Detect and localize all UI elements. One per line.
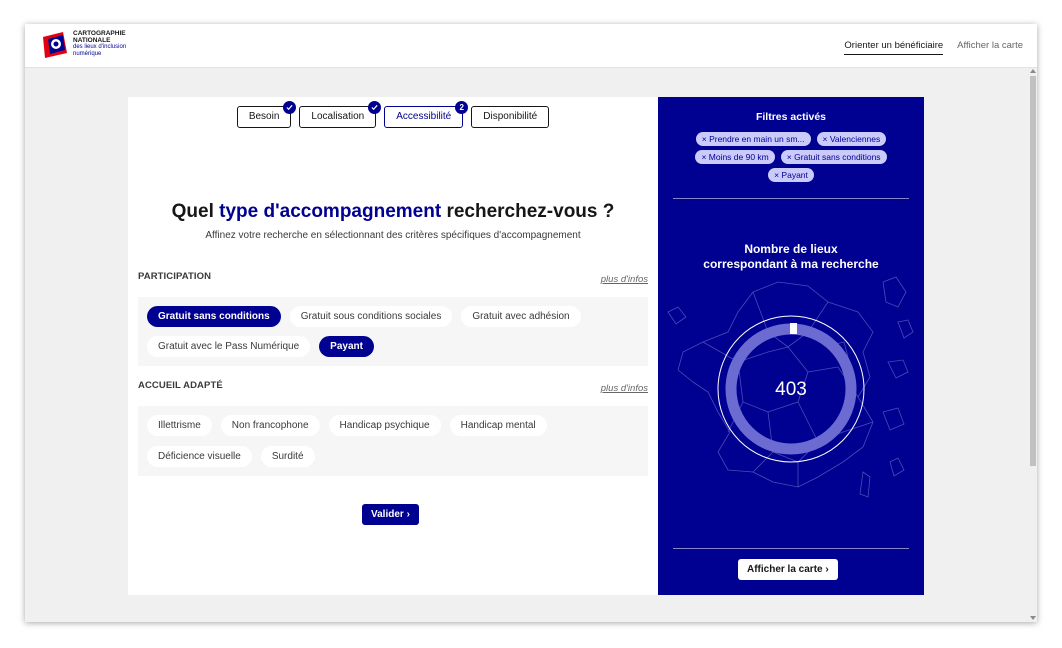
step-label: Localisation	[311, 111, 365, 122]
step-count-badge: 2	[455, 101, 469, 114]
logo-text: CARTOGRAPHIE NATIONALE des lieux d'inclu…	[73, 30, 126, 58]
chip-gratuit-sous-conditions-sociales[interactable]: Gratuit sous conditions sociales	[289, 306, 453, 327]
plus-infos-link-participation[interactable]: plus d'infos	[601, 274, 648, 285]
chip-gratuit-sans-conditions[interactable]: Gratuit sans conditions	[147, 306, 281, 327]
count-title: Nombre de lieux correspondant à ma reche…	[658, 242, 924, 272]
step-accessibilite[interactable]: Accessibilité 2	[384, 101, 469, 128]
header-nav: Orienter un bénéficiaire Afficher la car…	[844, 40, 1023, 55]
title-part-1: Quel	[171, 201, 220, 222]
step-disponibilite[interactable]: Disponibilité	[471, 106, 550, 128]
section-label-accueil-adapte: ACCUEIL ADAPTÉ	[138, 380, 223, 391]
plus-infos-link-accueil[interactable]: plus d'infos	[601, 383, 648, 394]
count-title-line-1: Nombre de lieux	[744, 242, 838, 256]
section-label-participation: PARTICIPATION	[138, 271, 212, 282]
validate-label: Valider	[371, 509, 404, 520]
chevron-right-icon: ›	[406, 509, 410, 520]
site-header: CARTOGRAPHIE NATIONALE des lieux d'inclu…	[25, 24, 1037, 68]
chip-non-francophone[interactable]: Non francophone	[220, 415, 320, 436]
filter-tag[interactable]: × Payant	[768, 168, 814, 182]
chevron-right-icon: ›	[825, 564, 829, 575]
filter-tag[interactable]: × Moins de 90 km	[695, 150, 775, 164]
page-title: Quel type d'accompagnement recherchez-vo…	[128, 201, 658, 223]
active-filters-title: Filtres activés	[755, 111, 827, 123]
step-localisation[interactable]: Localisation	[299, 101, 382, 128]
browser-window: CARTOGRAPHIE NATIONALE des lieux d'inclu…	[25, 24, 1037, 622]
page-scrollbar[interactable]	[1029, 68, 1037, 622]
logo-line-4: numérique	[73, 51, 102, 57]
logo-line-1: CARTOGRAPHIE	[73, 30, 126, 37]
check-icon	[368, 101, 382, 114]
chip-gratuit-pass-numerique[interactable]: Gratuit avec le Pass Numérique	[147, 336, 311, 357]
nav-orienter-beneficiaire[interactable]: Orienter un bénéficiaire	[844, 40, 944, 55]
show-map-label: Afficher la carte	[747, 564, 823, 575]
active-filter-tags: × Prendre en main un sm... × Valencienne…	[678, 132, 904, 186]
chip-gratuit-avec-adhesion[interactable]: Gratuit avec adhésion	[461, 306, 581, 327]
nav-afficher-carte[interactable]: Afficher la carte	[957, 40, 1023, 55]
filter-card: Besoin Localisation Accessibilité 2 Disp…	[128, 97, 658, 595]
chip-surdite[interactable]: Surdité	[260, 445, 315, 467]
scrollbar-thumb[interactable]	[1030, 76, 1036, 466]
chip-handicap-psychique[interactable]: Handicap psychique	[328, 415, 441, 436]
step-label: Accessibilité	[396, 111, 452, 122]
chip-illettrisme[interactable]: Illettrisme	[147, 415, 212, 436]
validate-button[interactable]: Valider ›	[362, 504, 419, 525]
title-highlight: type d'accompagnement	[219, 201, 442, 222]
show-map-button[interactable]: Afficher la carte ›	[738, 559, 838, 580]
step-label: Besoin	[248, 111, 280, 122]
page-subtitle: Affinez votre recherche en sélectionnant…	[205, 230, 581, 241]
filter-tag[interactable]: × Valenciennes	[816, 132, 887, 146]
filter-tag[interactable]: × Gratuit sans conditions	[780, 150, 887, 164]
divider	[673, 548, 909, 549]
results-panel: Filtres activés × Prendre en main un sm.…	[658, 97, 924, 595]
chip-payant[interactable]: Payant	[319, 336, 374, 357]
logo-line-3: des lieux d'inclusion	[73, 44, 127, 50]
scroll-down-icon[interactable]	[1030, 616, 1036, 620]
title-part-2: recherchez-vous ?	[441, 201, 615, 222]
chips-accueil-adapte: Illettrisme Non francophone Handicap psy…	[138, 406, 648, 476]
step-label: Disponibilité	[483, 111, 538, 122]
chips-participation: Gratuit sans conditions Gratuit sous con…	[138, 297, 648, 366]
logo-line-2: NATIONALE	[73, 37, 111, 44]
count-title-line-2: correspondant à ma recherche	[703, 257, 879, 271]
step-besoin[interactable]: Besoin	[236, 101, 297, 128]
chip-handicap-mental[interactable]: Handicap mental	[449, 415, 547, 436]
check-icon	[283, 101, 297, 114]
filter-tag[interactable]: × Prendre en main un sm...	[695, 132, 811, 146]
logo-icon	[43, 32, 67, 58]
divider	[673, 198, 909, 199]
chip-deficience-visuelle[interactable]: Déficience visuelle	[147, 445, 252, 467]
site-logo[interactable]: CARTOGRAPHIE NATIONALE des lieux d'inclu…	[39, 29, 126, 61]
stepper: Besoin Localisation Accessibilité 2 Disp…	[128, 101, 658, 128]
results-count: 403	[775, 379, 807, 400]
scroll-up-icon[interactable]	[1030, 69, 1036, 73]
